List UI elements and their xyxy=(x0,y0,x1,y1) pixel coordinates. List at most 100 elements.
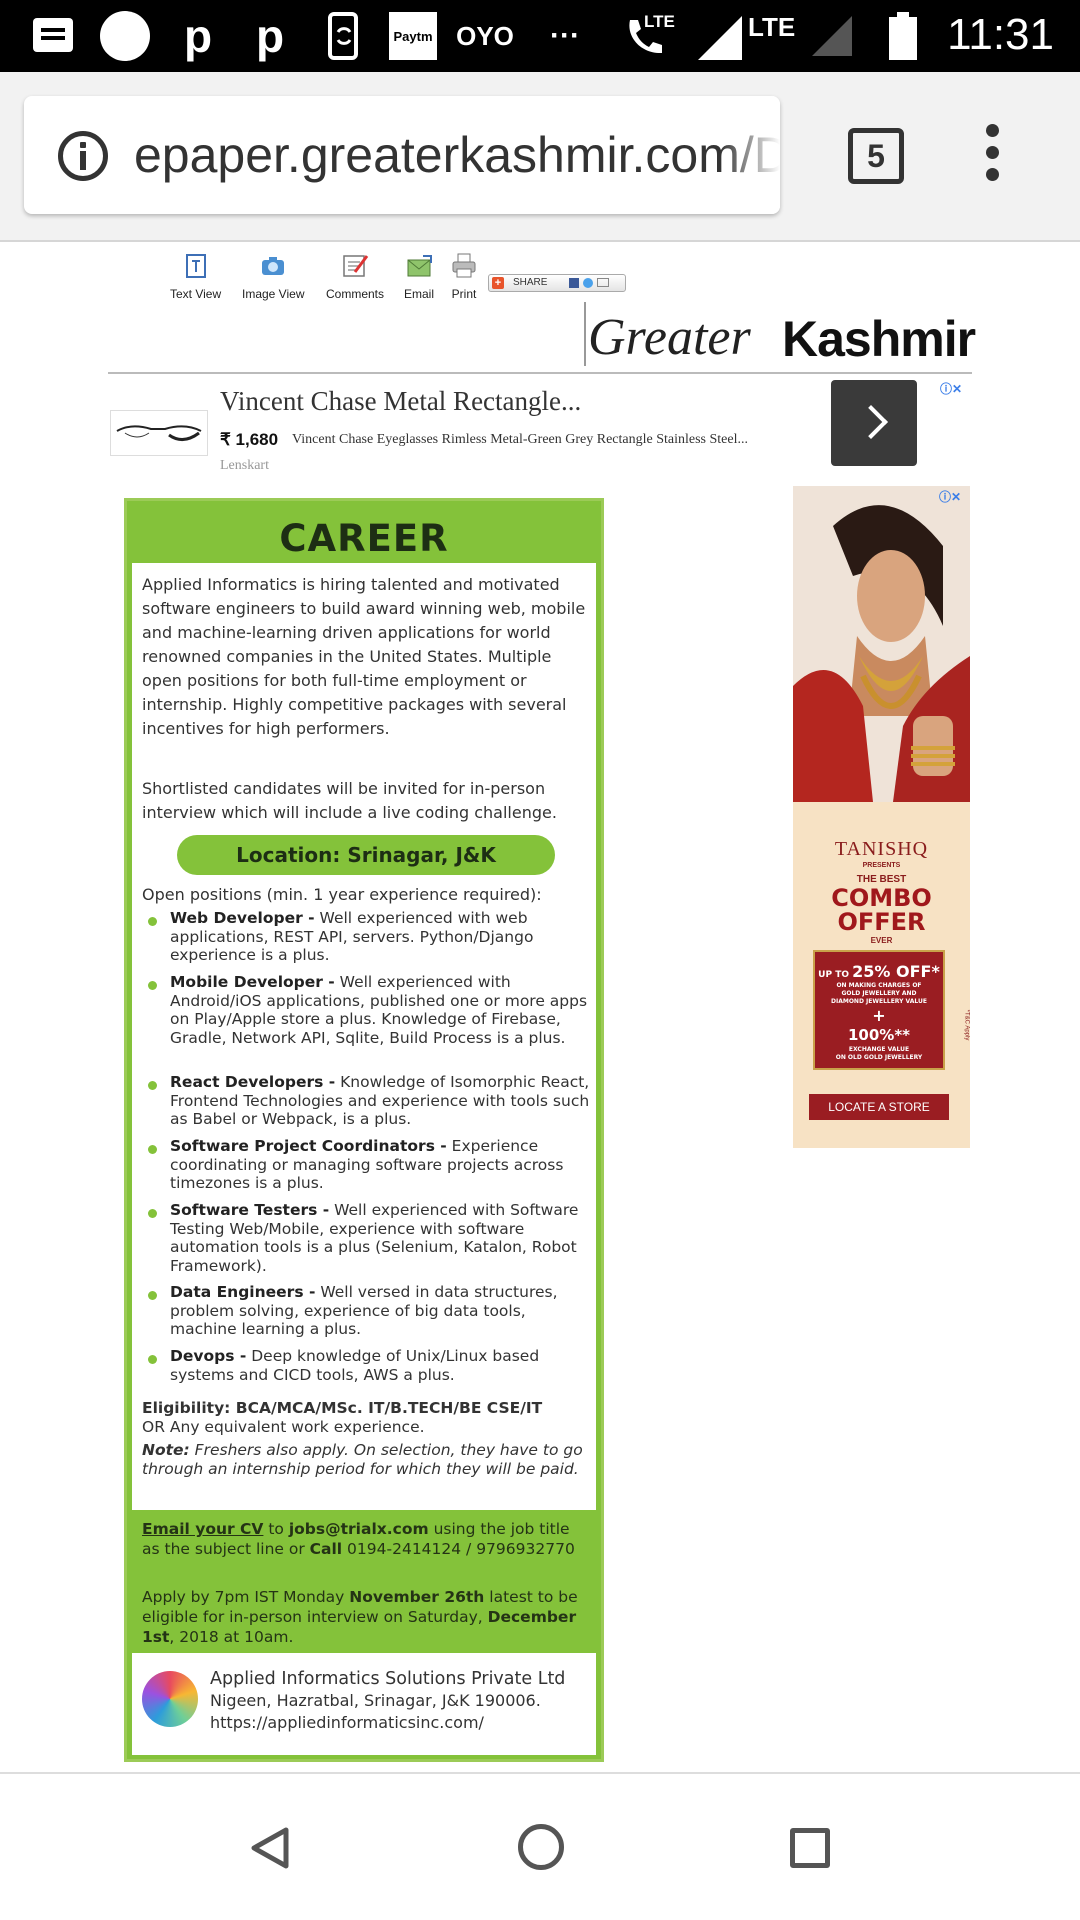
ad-description: Vincent Chase Eyeglasses Rimless Metal-G… xyxy=(292,432,748,447)
exchange-line-2: ON OLD GOLD JEWELLERY xyxy=(835,1054,923,1061)
bullet-icon xyxy=(148,981,157,990)
job-project-coordinators: Software Project Coordinators - Experien… xyxy=(170,1137,564,1192)
comments-icon xyxy=(343,255,369,277)
browser-toolbar: epaper.greaterkashmir.com/D 5 xyxy=(0,72,1080,242)
masthead-greater: Greater xyxy=(588,309,751,366)
career-opportunity-ad: CAREER OPPORTUNITY Applied Informatics i… xyxy=(124,498,604,1762)
ad-brand: Lenskart xyxy=(220,458,269,473)
share-plus-icon: + xyxy=(492,277,504,289)
contact-info: Email your CV to jobs@trialx.com using t… xyxy=(142,1520,575,1558)
job-react-developers: React Developers - Knowledge of Isomorph… xyxy=(170,1073,590,1128)
url-bar[interactable]: epaper.greaterkashmir.com/D xyxy=(24,96,780,214)
job-mobile-developer: Mobile Developer - Well experienced with… xyxy=(170,973,588,1047)
career-body: Applied Informatics is hiring talented a… xyxy=(132,563,596,1510)
status-bar: p p Paytm OYO ··· LTE LTE 11:31 xyxy=(0,0,1080,72)
tanishq-ever: EVER xyxy=(870,936,893,945)
apply-info: Apply by 7pm IST Monday November 26th la… xyxy=(142,1588,578,1646)
tanishq-presents: PRESENTS xyxy=(862,862,901,869)
tanishq-tc: *T&C Apply xyxy=(963,1009,970,1041)
email-icon xyxy=(407,255,432,277)
positions-header: Open positions (min. 1 year experience r… xyxy=(142,885,542,904)
image-view-label: Image View xyxy=(242,287,305,301)
offer-line-3: DIAMOND JEWELLERY VALUE xyxy=(831,998,927,1005)
job-web-developer: Web Developer - Well experienced with we… xyxy=(170,909,534,964)
print-label: Print xyxy=(451,287,477,301)
navigation-bar xyxy=(0,1776,1080,1920)
job-data-engineers: Data Engineers - Well versed in data str… xyxy=(170,1283,558,1338)
circle-notification-icon xyxy=(98,11,152,61)
image-view-button[interactable]: Image View xyxy=(242,252,304,301)
share-label: SHARE xyxy=(513,277,548,288)
signal-icon-2 xyxy=(808,14,856,58)
oyo-icon: OYO xyxy=(456,20,514,51)
exchange-line-1: EXCHANGE VALUE xyxy=(848,1046,910,1053)
web-page: Text View Image View Comments Email Prin… xyxy=(0,244,1080,1776)
twitter-icon xyxy=(583,278,593,288)
printer-icon xyxy=(452,253,476,278)
share-button[interactable]: + SHARE xyxy=(488,274,626,292)
offer-100: 100%** xyxy=(847,1026,911,1044)
page-bottom-divider xyxy=(0,1772,1080,1774)
eyeglasses-thumbnail[interactable] xyxy=(110,410,208,456)
recent-apps-icon[interactable] xyxy=(790,1828,830,1868)
tanishq-adchoices-icon[interactable]: ⓘ✕ xyxy=(939,488,961,505)
bullet-icon xyxy=(148,917,157,926)
company-address: Nigeen, Hazratbal, Srinagar, J&K 190006. xyxy=(210,1691,541,1710)
email-button[interactable]: Email xyxy=(404,252,434,301)
career-shortlist: Shortlisted candidates will be invited f… xyxy=(142,779,557,822)
tab-switcher-button[interactable]: 5 xyxy=(848,128,904,184)
info-icon[interactable] xyxy=(58,131,108,181)
location-pill: Location: Srinagar, J&K xyxy=(177,835,555,875)
lenskart-ad[interactable]: Vincent Chase Metal Rectangle... ₹ 1,680… xyxy=(108,380,972,476)
url-fade xyxy=(720,96,780,214)
offer-line-2: GOLD JEWELLERY AND xyxy=(841,990,917,997)
more-notifications-icon: ··· xyxy=(550,19,580,52)
job-devops: Devops - Deep knowledge of Unix/Linux ba… xyxy=(170,1347,540,1384)
text-view-label: Text View xyxy=(170,287,222,301)
overflow-menu-icon[interactable] xyxy=(980,124,1004,188)
battery-icon xyxy=(888,12,918,60)
camera-icon xyxy=(262,257,285,275)
call-lte-icon: LTE xyxy=(610,12,675,58)
comments-button[interactable]: Comments xyxy=(326,252,384,301)
company-url[interactable]: https://appliedinformaticsinc.com/ xyxy=(210,1713,484,1732)
company-logo-icon xyxy=(142,1671,198,1727)
p-app-icon-2: p xyxy=(255,10,285,62)
bullet-icon xyxy=(148,1209,157,1218)
ad-next-button[interactable] xyxy=(831,380,917,466)
bride-photo[interactable]: ⓘ✕ xyxy=(793,486,970,802)
print-button[interactable]: Print xyxy=(450,252,478,301)
company-name: Applied Informatics Solutions Private Lt… xyxy=(210,1669,566,1689)
paytm-icon: Paytm xyxy=(388,12,438,60)
text-view-icon xyxy=(185,254,206,278)
email-link[interactable]: jobs@trialx.com xyxy=(289,1520,429,1538)
back-icon[interactable] xyxy=(248,1826,292,1870)
comments-label: Comments xyxy=(326,287,385,301)
clock: 11:31 xyxy=(947,10,1054,59)
note: Note: Freshers also apply. On selection,… xyxy=(142,1441,583,1478)
mail-share-icon xyxy=(597,278,609,287)
url-text[interactable]: epaper.greaterkashmir.com/D xyxy=(134,126,780,184)
job-software-testers: Software Testers - Well experienced with… xyxy=(170,1201,579,1275)
home-icon[interactable] xyxy=(518,1824,564,1870)
message-notification-icon xyxy=(30,14,76,58)
phone-sync-icon xyxy=(324,12,364,60)
facebook-icon xyxy=(569,278,579,288)
offer-line-1: ON MAKING CHARGES OF xyxy=(836,982,922,989)
offer-plus: + xyxy=(872,1006,886,1025)
tanishq-offer-panel[interactable]: TANISHQ PRESENTS THE BEST COMBO OFFER EV… xyxy=(793,802,970,1148)
tanishq-offer-box: UP TO 25% OFF* ON MAKING CHARGES OF GOLD… xyxy=(813,950,945,1070)
tanishq-ad[interactable]: ⓘ✕ TANISHQ PRESENTS THE BEST COMBO OFFER… xyxy=(793,486,970,1148)
bullet-icon xyxy=(148,1145,157,1154)
company-box: Applied Informatics Solutions Private Lt… xyxy=(132,1653,596,1755)
adchoices-icon[interactable]: ⓘ✕ xyxy=(940,380,962,397)
ad-title[interactable]: Vincent Chase Metal Rectangle... xyxy=(220,386,581,417)
p-app-icon: p xyxy=(183,10,213,62)
locate-store-button[interactable]: LOCATE A STORE xyxy=(809,1094,949,1120)
masthead: Greater Kashmir xyxy=(584,302,976,367)
tanishq-logo: TANISHQ xyxy=(834,838,929,860)
bullet-icon xyxy=(148,1081,157,1090)
masthead-kashmir: Kashmir xyxy=(782,311,976,367)
text-view-button[interactable]: Text View xyxy=(170,252,221,301)
bullet-icon xyxy=(148,1355,157,1364)
